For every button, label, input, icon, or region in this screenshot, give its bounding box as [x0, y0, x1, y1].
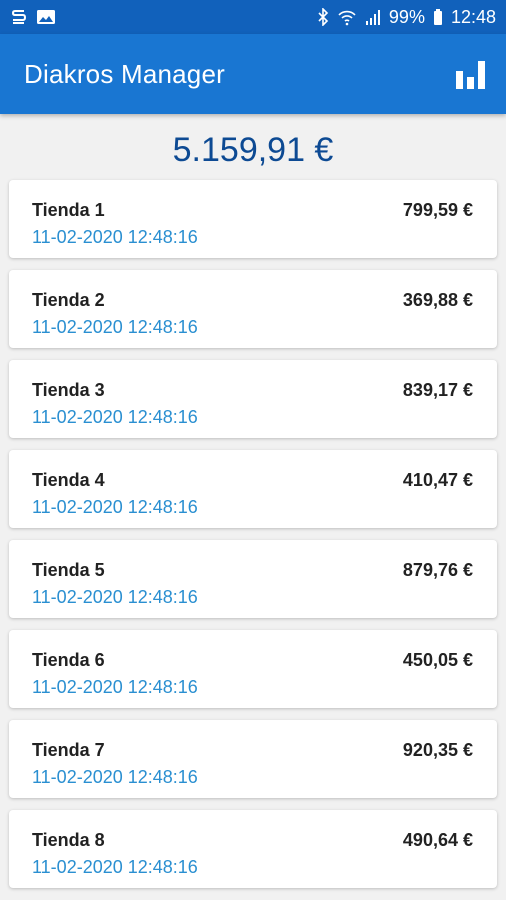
- image-notification-icon: [36, 8, 56, 26]
- wifi-icon: [337, 8, 357, 26]
- store-list: Tienda 1 11-02-2020 12:48:16 799,59 € Ti…: [0, 180, 506, 888]
- store-amount: 879,76 €: [402, 560, 473, 580]
- total-amount: 5.159,91 €: [172, 131, 334, 169]
- store-date: 11-02-2020 12:48:16: [32, 497, 198, 517]
- store-date: 11-02-2020 12:48:16: [32, 407, 198, 427]
- store-date: 11-02-2020 12:48:16: [32, 317, 198, 337]
- status-right: 99% 12:48: [317, 7, 496, 28]
- bar-chart-icon[interactable]: [454, 57, 488, 91]
- store-card[interactable]: Tienda 4 11-02-2020 12:48:16 410,47 €: [9, 450, 497, 528]
- store-date: 11-02-2020 12:48:16: [32, 227, 198, 247]
- battery-percent: 99%: [388, 6, 425, 27]
- store-amount: 369,88 €: [402, 290, 473, 310]
- store-date: 11-02-2020 12:48:16: [32, 677, 198, 697]
- status-left: [10, 8, 56, 26]
- store-amount: 839,17 €: [402, 380, 473, 400]
- signal-icon: [365, 8, 381, 26]
- store-amount: 799,59 €: [402, 200, 473, 220]
- store-card[interactable]: Tienda 3 11-02-2020 12:48:16 839,17 €: [9, 360, 497, 438]
- app-bar: Diakros Manager: [0, 34, 506, 114]
- store-card[interactable]: Tienda 5 11-02-2020 12:48:16 879,76 €: [9, 540, 497, 618]
- store-date: 11-02-2020 12:48:16: [32, 587, 198, 607]
- clock: 12:48: [450, 6, 496, 27]
- store-card[interactable]: Tienda 1 11-02-2020 12:48:16 799,59 €: [9, 180, 497, 258]
- store-date: 11-02-2020 12:48:16: [32, 857, 198, 877]
- store-date: 11-02-2020 12:48:16: [32, 767, 198, 787]
- app-title: Diakros Manager: [24, 58, 225, 89]
- s-notification-icon: [10, 8, 28, 26]
- status-bar: 99% 12:48: [0, 0, 506, 34]
- store-card[interactable]: Tienda 2 11-02-2020 12:48:16 369,88 €: [9, 270, 497, 348]
- store-amount: 450,05 €: [402, 650, 473, 670]
- store-card[interactable]: Tienda 8 11-02-2020 12:48:16 490,64 €: [9, 810, 497, 888]
- battery-icon: [433, 8, 443, 26]
- store-card[interactable]: Tienda 7 11-02-2020 12:48:16 920,35 €: [9, 720, 497, 798]
- store-card[interactable]: Tienda 6 11-02-2020 12:48:16 450,05 €: [9, 630, 497, 708]
- store-amount: 410,47 €: [402, 470, 473, 490]
- bluetooth-icon: [317, 8, 329, 26]
- store-amount: 920,35 €: [402, 740, 473, 760]
- store-amount: 490,64 €: [402, 830, 473, 850]
